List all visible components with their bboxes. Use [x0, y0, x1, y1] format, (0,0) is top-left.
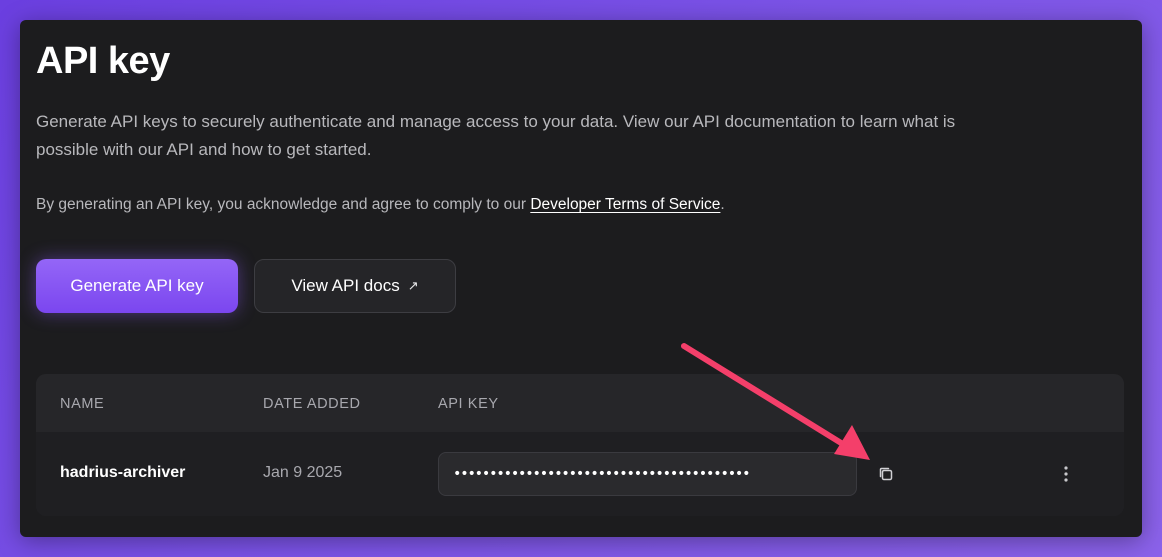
table-row: hadrius-archiver Jan 9 2025 ••••••••••••… — [36, 432, 1124, 516]
key-name: hadrius-archiver — [60, 464, 186, 481]
view-api-docs-label: View API docs — [291, 276, 400, 295]
page-title: API key — [36, 40, 170, 82]
page-description: Generate API keys to securely authentica… — [36, 112, 956, 159]
more-vertical-icon[interactable] — [1056, 462, 1076, 486]
copy-icon[interactable] — [876, 464, 896, 484]
developer-terms-link[interactable]: Developer Terms of Service — [530, 196, 720, 213]
api-keys-table: NAME DATE ADDED API KEY hadrius-archiver… — [36, 374, 1124, 516]
generate-api-key-button[interactable]: Generate API key — [36, 259, 238, 313]
table-header: NAME DATE ADDED API KEY — [36, 374, 1124, 432]
terms-prefix: By generating an API key, you acknowledg… — [36, 196, 531, 213]
external-arrow-icon: ↗ — [407, 278, 419, 293]
terms-notice: By generating an API key, you acknowledg… — [36, 196, 725, 214]
view-api-docs-button[interactable]: View API docs ↗ — [254, 259, 456, 313]
header-name: NAME — [60, 396, 105, 412]
api-key-panel: API key Generate API keys to securely au… — [20, 20, 1142, 537]
header-api-key: API KEY — [438, 396, 499, 412]
header-date-added: DATE ADDED — [263, 396, 361, 412]
key-date-added: Jan 9 2025 — [263, 464, 343, 481]
api-key-field[interactable]: ••••••••••••••••••••••••••••••••••••••••… — [438, 452, 857, 496]
terms-suffix: . — [720, 196, 725, 213]
